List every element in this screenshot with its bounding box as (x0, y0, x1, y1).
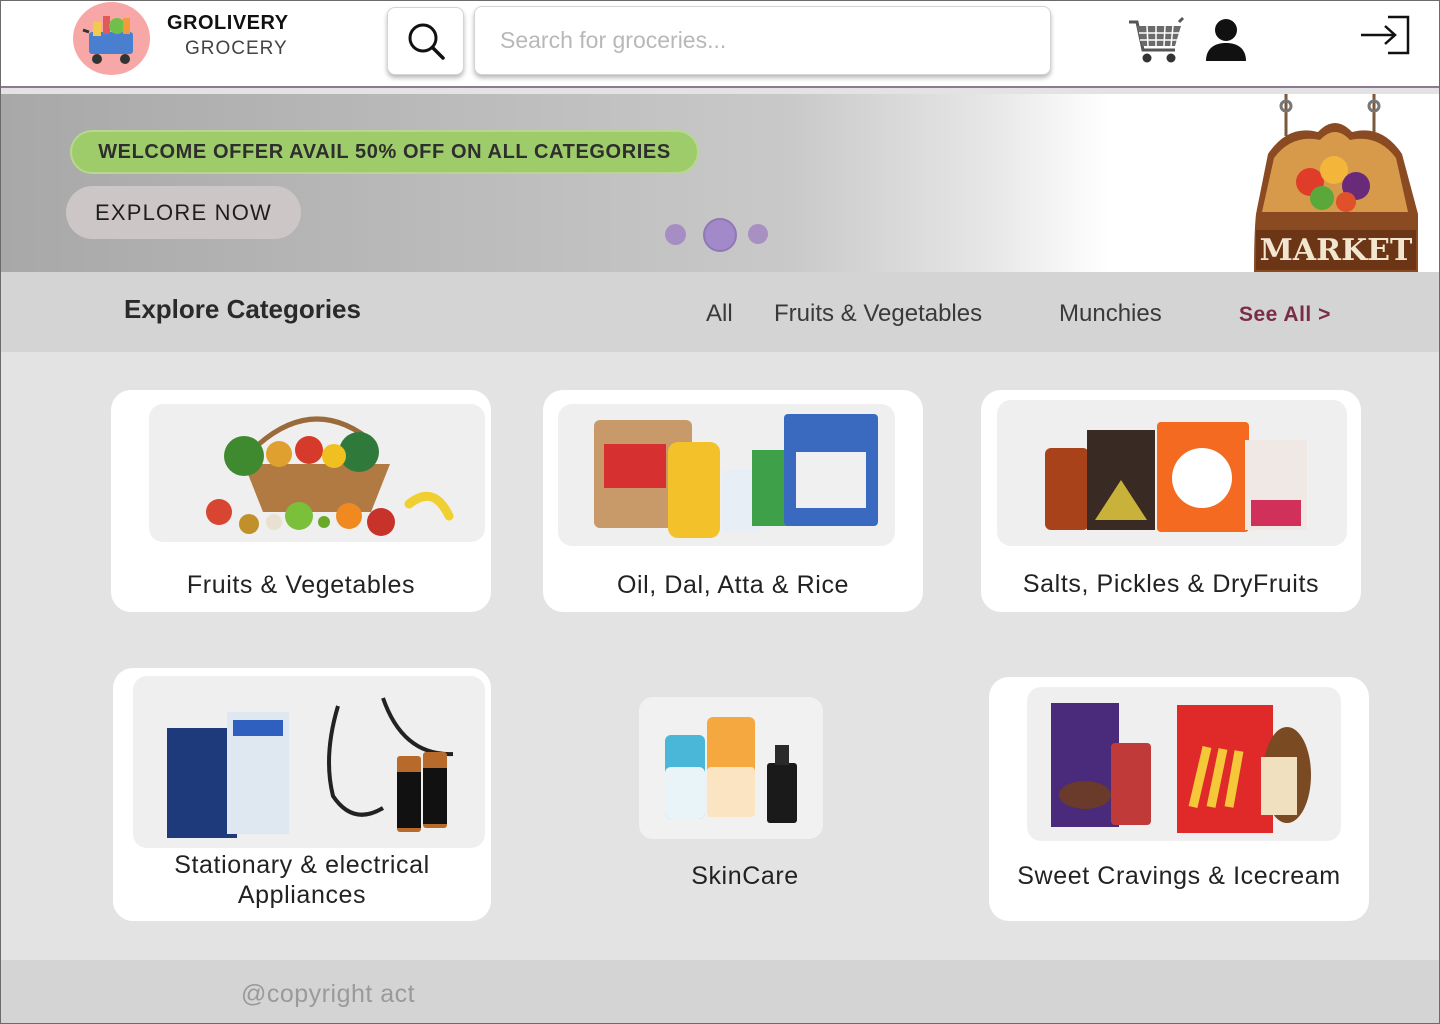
copyright-text: @copyright act (241, 980, 416, 1008)
user-profile-icon[interactable] (1203, 18, 1249, 62)
search-icon (408, 23, 445, 60)
explore-categories-title: Explore Categories (124, 294, 361, 324)
grocery-cart-logo-icon (82, 16, 133, 64)
salts-pickles-dryfruits-image (997, 400, 1347, 546)
card-label-stationary-line2: Appliances (237, 881, 367, 909)
brand-subtitle: GROCERY (185, 38, 288, 59)
tab-fruits-vegetables[interactable]: Fruits & Vegetables (774, 300, 982, 328)
card-label-fruits-vegetables: Fruits & Vegetables (186, 571, 416, 599)
sweet-cravings-icecream-image (1027, 687, 1341, 841)
page-footer: @copyright act (0, 960, 1440, 1024)
oil-dal-atta-rice-image (558, 404, 895, 546)
see-all-link[interactable]: See All > (1239, 303, 1331, 327)
category-card-sweet-cravings-icecream[interactable]: Sweet Cravings & Icecream (989, 677, 1369, 921)
market-sign-text: MARKET (1260, 233, 1413, 268)
search-input[interactable] (474, 6, 1051, 75)
market-sign-image: MARKET (1248, 94, 1422, 272)
card-label-salts-pickles-dryfruits: Salts, Pickles & DryFruits (1022, 570, 1320, 598)
promo-banner: WELCOME OFFER AVAIL 50% OFF ON ALL CATEG… (0, 94, 1440, 272)
explore-categories-bar: Explore Categories All Fruits & Vegetabl… (0, 272, 1440, 352)
category-card-salts-pickles-dryfruits[interactable]: Salts, Pickles & DryFruits (981, 390, 1361, 612)
category-card-oil-dal-atta-rice[interactable]: Oil, Dal, Atta & Rice (543, 390, 923, 612)
brand-logo[interactable] (73, 2, 150, 75)
category-card-skincare[interactable] (639, 697, 823, 839)
top-header: GROLIVERY GROCERY (0, 0, 1440, 88)
fruits-vegetables-image (149, 404, 485, 542)
card-label-oil-dal-atta-rice: Oil, Dal, Atta & Rice (616, 571, 850, 599)
stationary-electrical-image (133, 676, 485, 848)
carousel-dot[interactable] (748, 224, 768, 244)
tab-all[interactable]: All (706, 300, 733, 328)
card-label-skincare: SkinCare (691, 862, 799, 890)
search-button[interactable] (387, 7, 464, 75)
card-label-sweet-cravings-icecream: Sweet Cravings & Icecream (1017, 862, 1341, 890)
login-icon[interactable] (1358, 15, 1412, 55)
card-label-stationary-line1: Stationary & electrical (174, 851, 430, 879)
tab-munchies[interactable]: Munchies (1059, 300, 1162, 328)
welcome-offer-pill: WELCOME OFFER AVAIL 50% OFF ON ALL CATEG… (70, 130, 699, 174)
brand-name: GROLIVERY (167, 12, 289, 34)
cart-icon[interactable] (1127, 14, 1185, 66)
category-card-stationary-electrical[interactable]: Stationary & electrical Appliances (113, 668, 491, 921)
explore-now-button[interactable]: EXPLORE NOW (66, 186, 301, 239)
category-card-fruits-vegetables[interactable]: Fruits & Vegetables (111, 390, 491, 612)
carousel-dot[interactable] (665, 224, 686, 245)
carousel-dot-active[interactable] (703, 218, 737, 252)
